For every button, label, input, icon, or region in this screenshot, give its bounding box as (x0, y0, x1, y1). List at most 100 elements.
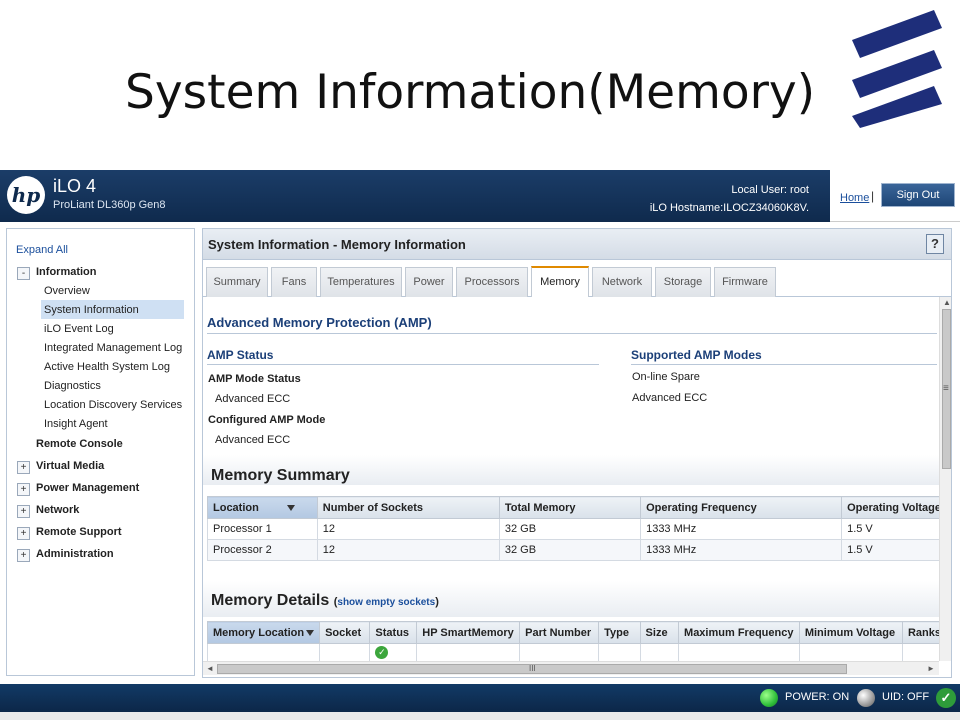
tab-bar: Summary Fans Temperatures Power Processo… (203, 260, 951, 297)
table-header-row: Memory Location Socket Status HP SmartMe… (206, 621, 939, 644)
column-header-location[interactable]: Location (207, 496, 318, 519)
horizontal-scrollbar[interactable]: ◄ III ► (203, 661, 939, 675)
column-header-maximum-frequency[interactable]: Maximum Frequency (678, 621, 800, 644)
sort-down-icon (306, 629, 315, 636)
cell-ranks (901, 643, 939, 661)
table-row: Processor 1 12 32 GB 1333 MHz 1.5 V (207, 518, 939, 540)
column-header-number-of-sockets[interactable]: Number of Sockets (316, 496, 500, 519)
tab-summary[interactable]: Summary (206, 267, 268, 297)
cell-part-number (519, 643, 600, 661)
vertical-scrollbar[interactable]: ▲ ≡ (939, 297, 951, 661)
sidebar-item-diagnostics[interactable]: Diagnostics (44, 380, 101, 392)
sidebar-item-system-information[interactable]: System Information (41, 300, 184, 319)
column-header-memory-location[interactable]: Memory Location (206, 621, 321, 644)
sidebar-navigation: Expand All - Information Overview System… (6, 228, 195, 676)
uid-icon[interactable] (857, 689, 875, 707)
sidebar-item-ilo-event-log[interactable]: iLO Event Log (44, 323, 114, 335)
cell-type: DIMM (598, 643, 641, 661)
sidebar-item-insight-agent[interactable]: Insight Agent (44, 418, 108, 430)
cell-max-frequency (678, 643, 800, 661)
sidebar-item-power-management[interactable]: Power Management (36, 482, 139, 494)
supported-mode-item: Advanced ECC (632, 392, 708, 404)
column-header-minimum-voltage[interactable]: Minimum Voltage (798, 621, 903, 644)
column-header-hp-smartmemory[interactable]: HP SmartMemory (416, 621, 521, 644)
sidebar-item-active-health-system-log[interactable]: Active Health System Log (44, 361, 170, 373)
memory-summary-heading: Memory Summary (211, 467, 350, 484)
product-name: iLO 4 (53, 176, 97, 196)
table-row: Processor 2 12 32 GB 1333 MHz 1.5 V (207, 539, 939, 561)
scroll-right-icon[interactable]: ► (927, 664, 935, 673)
ericsson-logo (852, 10, 942, 128)
cell-status: ✓ (369, 643, 418, 661)
expand-remote-support-icon[interactable]: + (17, 527, 30, 540)
column-header-total-memory[interactable]: Total Memory (498, 496, 642, 519)
ilo-header: hp iLO 4 ProLiant DL360p Gen8 Local User… (0, 170, 960, 222)
tab-memory[interactable]: Memory (531, 266, 589, 297)
hp-logo-icon: hp (7, 176, 45, 214)
collapse-information-icon[interactable]: - (17, 267, 30, 280)
cell-memory-location (206, 643, 321, 661)
expand-all-link[interactable]: Expand All (16, 244, 68, 256)
cell-location: Processor 2 (207, 539, 318, 561)
amp-status-heading: AMP Status (207, 348, 274, 362)
expand-network-icon[interactable]: + (17, 505, 30, 518)
cell-location: Processor 1 (207, 518, 318, 540)
sidebar-item-information[interactable]: Information (36, 266, 97, 278)
power-on-icon (760, 689, 778, 707)
tab-network[interactable]: Network (592, 267, 652, 297)
cell-min-voltage (798, 643, 903, 661)
ilo-hostname: iLO Hostname:ILOCZ34060K8V. (649, 202, 809, 214)
slide-title: System Information(Memory) (125, 65, 816, 120)
cell-total-memory: 32 GB (498, 539, 642, 561)
cell-total-memory: 32 GB (498, 518, 642, 540)
health-ok-icon: ✓ (936, 688, 956, 708)
column-header-status[interactable]: Status (369, 621, 418, 644)
bottom-strip (0, 712, 960, 720)
column-header-size[interactable]: Size (639, 621, 680, 644)
scroll-up-icon[interactable]: ▲ (943, 298, 951, 307)
sidebar-item-network[interactable]: Network (36, 504, 79, 516)
sidebar-item-remote-support[interactable]: Remote Support (36, 526, 122, 538)
tab-processors[interactable]: Processors (456, 267, 528, 297)
amp-mode-status-value: Advanced ECC (215, 393, 291, 405)
home-link[interactable]: Home (840, 192, 869, 204)
expand-administration-icon[interactable]: + (17, 549, 30, 562)
amp-heading: Advanced Memory Protection (AMP) (207, 315, 432, 330)
sidebar-item-virtual-media[interactable]: Virtual Media (36, 460, 104, 472)
power-status: POWER: ON (785, 691, 850, 703)
column-header-ranks[interactable]: Ranks (901, 621, 939, 644)
amp-rule (207, 333, 937, 334)
table-header-row: Location Number of Sockets Total Memory … (207, 496, 939, 519)
show-empty-sockets-link[interactable]: show empty sockets (337, 597, 435, 608)
sidebar-item-integrated-management-log[interactable]: Integrated Management Log (44, 342, 182, 354)
status-bar: POWER: ON UID: OFF ✓ (0, 684, 960, 712)
hgrip-icon: III (529, 664, 536, 673)
column-header-label: Location (213, 501, 259, 514)
sidebar-item-administration[interactable]: Administration (36, 548, 114, 560)
uid-status: UID: OFF (882, 691, 930, 703)
column-header-type[interactable]: Type (598, 621, 641, 644)
column-header-operating-voltage[interactable]: Operating Voltage (841, 496, 939, 519)
expand-power-management-icon[interactable]: + (17, 483, 30, 496)
column-header-part-number[interactable]: Part Number (519, 621, 600, 644)
cell-voltage: 1.5 V (841, 518, 939, 540)
help-icon[interactable]: ? (926, 234, 944, 254)
sidebar-item-overview[interactable]: Overview (44, 285, 90, 297)
sign-out-button[interactable]: Sign Out (881, 183, 955, 207)
tab-fans[interactable]: Fans (271, 267, 317, 297)
tab-temperatures[interactable]: Temperatures (320, 267, 402, 297)
expand-virtual-media-icon[interactable]: + (17, 461, 30, 474)
scroll-left-icon[interactable]: ◄ (206, 664, 214, 673)
memory-summary-table: Location Number of Sockets Total Memory … (207, 496, 939, 561)
supported-mode-item: On-line Spare (632, 371, 700, 383)
sidebar-item-location-discovery-services[interactable]: Location Discovery Services (44, 399, 182, 411)
tab-power[interactable]: Power (405, 267, 453, 297)
sidebar-item-remote-console[interactable]: Remote Console (36, 438, 123, 450)
cell-size: 8192 (639, 643, 680, 661)
column-header-socket[interactable]: Socket (319, 621, 371, 644)
main-panel: System Information - Memory Information … (202, 228, 952, 678)
column-header-operating-frequency[interactable]: Operating Frequency (640, 496, 843, 519)
tab-firmware[interactable]: Firmware (714, 267, 776, 297)
memory-content: Advanced Memory Protection (AMP) AMP Sta… (203, 297, 939, 661)
tab-storage[interactable]: Storage (655, 267, 711, 297)
